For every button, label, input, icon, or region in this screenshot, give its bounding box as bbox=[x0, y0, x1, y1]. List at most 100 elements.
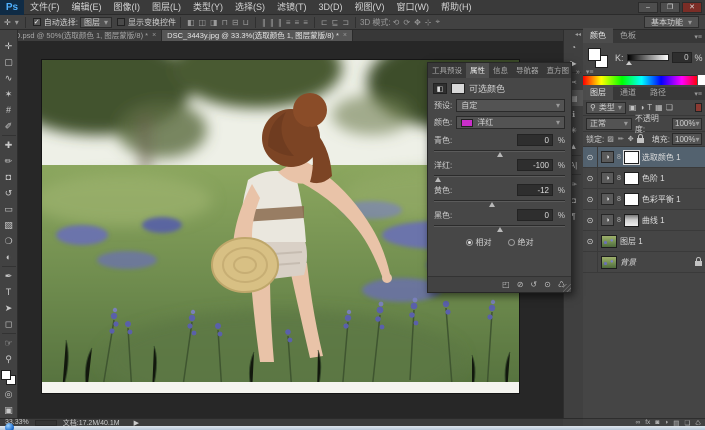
adjustment-layer-icon[interactable]: ◑ bbox=[601, 172, 614, 184]
tab-properties[interactable]: 属性 bbox=[466, 63, 489, 78]
arrange-icon-3[interactable]: ⊐ bbox=[340, 18, 351, 27]
menu-help[interactable]: 帮助(H) bbox=[435, 0, 478, 15]
distribute-right-icon[interactable]: ≡ bbox=[301, 18, 310, 27]
visibility-eye-icon[interactable]: ⊙ bbox=[583, 168, 598, 189]
panel-resize-grip[interactable] bbox=[563, 284, 571, 292]
layer-thumbnail[interactable] bbox=[601, 256, 617, 269]
move-tool[interactable]: ✛ bbox=[0, 38, 18, 54]
layer-thumbnail[interactable] bbox=[601, 235, 617, 248]
auto-select-checkbox[interactable]: ✓ bbox=[33, 18, 41, 26]
k-slider-thumb[interactable] bbox=[626, 61, 632, 65]
filter-type-layers-icon[interactable]: T bbox=[647, 103, 652, 112]
eraser-tool[interactable]: ▭ bbox=[0, 201, 18, 217]
tool-preset-caret-icon[interactable]: ▾ bbox=[13, 18, 21, 27]
layer-name[interactable]: 图层 1 bbox=[620, 236, 643, 247]
hand-tool[interactable]: ☞ bbox=[0, 335, 18, 351]
tab-channels[interactable]: 通道 bbox=[613, 85, 643, 100]
menu-filter[interactable]: 滤镜(T) bbox=[271, 0, 313, 15]
arrange-icon-2[interactable]: ⊑ bbox=[330, 18, 341, 27]
distribute-top-icon[interactable]: ∥ bbox=[260, 18, 268, 27]
layer-name[interactable]: 曲线 1 bbox=[642, 215, 665, 226]
new-adjustment-layer-icon[interactable]: ◑ bbox=[664, 419, 668, 426]
mask-badge-icon[interactable] bbox=[451, 83, 465, 94]
k-value-field[interactable]: 0 bbox=[672, 52, 692, 63]
yellow-slider-thumb[interactable] bbox=[489, 202, 495, 207]
screen-mode-button[interactable]: ▣ bbox=[0, 402, 18, 418]
dodge-tool[interactable]: ◐ bbox=[0, 249, 18, 265]
layer-row-layer1[interactable]: ⊙ 图层 1 bbox=[583, 231, 705, 252]
panel-menu-icon[interactable]: ▾≡ bbox=[691, 31, 705, 43]
adjustment-layer-icon[interactable]: ◑ bbox=[601, 214, 614, 226]
brush-tool[interactable]: ✏ bbox=[0, 153, 18, 169]
menu-view[interactable]: 视图(V) bbox=[349, 0, 391, 15]
filter-adjustment-layers-icon[interactable]: ◑ bbox=[639, 103, 644, 112]
preset-dropdown[interactable]: 自定 ▾ bbox=[456, 99, 565, 112]
layer-name[interactable]: 色彩平衡 1 bbox=[642, 194, 681, 205]
minimize-button[interactable]: – bbox=[638, 2, 658, 13]
3d-scale-icon[interactable]: ⌖ bbox=[433, 17, 442, 27]
foreground-color-swatch[interactable] bbox=[1, 370, 11, 380]
history-panel-icon[interactable]: ◔ bbox=[564, 39, 584, 55]
white-swatch[interactable] bbox=[697, 75, 705, 85]
distribute-vcenter-icon[interactable]: ∥ bbox=[268, 18, 276, 27]
path-select-tool[interactable]: ➤ bbox=[0, 300, 18, 316]
align-hcenter-icon[interactable]: ◫ bbox=[197, 18, 209, 27]
healing-brush-tool[interactable]: ✚ bbox=[0, 137, 18, 153]
lock-transparency-icon[interactable]: ▨ bbox=[606, 135, 615, 143]
align-vcenter-icon[interactable]: ⊟ bbox=[230, 18, 241, 27]
marquee-tool[interactable]: ▢ bbox=[0, 54, 18, 70]
distribute-hcenter-icon[interactable]: ≡ bbox=[293, 18, 302, 27]
menu-type[interactable]: 类型(Y) bbox=[187, 0, 229, 15]
absolute-radio[interactable]: 绝对 bbox=[508, 237, 534, 248]
visibility-eye-icon[interactable]: ⊙ bbox=[583, 189, 598, 210]
tab-swatches[interactable]: 色板 bbox=[613, 28, 643, 43]
tab-info[interactable]: 信息 bbox=[489, 63, 512, 78]
tab-tool-presets[interactable]: 工具预设 bbox=[428, 63, 466, 78]
visibility-eye-icon[interactable]: ⊙ bbox=[583, 231, 598, 252]
yellow-slider[interactable] bbox=[434, 197, 565, 206]
opacity-field[interactable]: 100% ▾ bbox=[672, 118, 702, 130]
layer-mask-thumbnail[interactable] bbox=[624, 193, 639, 206]
layer-name[interactable]: 背景 bbox=[620, 257, 636, 268]
align-left-icon[interactable]: ◧ bbox=[185, 18, 197, 27]
layer-mask-thumbnail[interactable] bbox=[624, 214, 639, 227]
distribute-left-icon[interactable]: ≡ bbox=[284, 18, 293, 27]
3d-slide-icon[interactable]: ⊹ bbox=[423, 18, 434, 27]
close-button[interactable]: ✕ bbox=[682, 2, 702, 13]
color-spectrum-ramp[interactable] bbox=[583, 75, 705, 85]
blur-tool[interactable]: ❍ bbox=[0, 233, 18, 249]
black-slider[interactable] bbox=[434, 222, 565, 231]
filter-type-dropdown[interactable]: ⚲ 类型 ▾ bbox=[586, 102, 626, 114]
tab-layers[interactable]: 图层 bbox=[583, 85, 613, 100]
layer-row-levels[interactable]: ⊙ ◑ 8 色阶 1 bbox=[583, 168, 705, 189]
cyan-value-field[interactable]: 0 bbox=[517, 134, 553, 146]
eyedropper-tool[interactable]: ✐ bbox=[0, 118, 18, 134]
visibility-eye-icon[interactable]: ⊙ bbox=[544, 280, 551, 289]
layer-row-curves[interactable]: ⊙ ◑ 8 曲线 1 bbox=[583, 210, 705, 231]
history-brush-tool[interactable]: ↺ bbox=[0, 185, 18, 201]
menu-3d[interactable]: 3D(D) bbox=[313, 0, 349, 15]
layer-row-background[interactable]: 背景 bbox=[583, 252, 705, 273]
adjustment-layer-icon[interactable]: ◑ bbox=[601, 193, 614, 205]
lock-pixels-icon[interactable]: ✏ bbox=[617, 135, 625, 143]
type-tool[interactable]: T bbox=[0, 284, 18, 300]
close-icon[interactable]: × bbox=[152, 32, 156, 39]
menu-layer[interactable]: 图层(L) bbox=[146, 0, 187, 15]
layer-row-color-balance[interactable]: ⊙ ◑ 8 色彩平衡 1 bbox=[583, 189, 705, 210]
k-slider[interactable] bbox=[627, 54, 669, 61]
tab-color[interactable]: 颜色 bbox=[583, 28, 613, 43]
shape-tool[interactable]: ◻ bbox=[0, 316, 18, 332]
fill-field[interactable]: 100% ▾ bbox=[672, 133, 702, 145]
distribute-bottom-icon[interactable]: ∥ bbox=[276, 18, 284, 27]
panel-menu-icon[interactable]: ▾≡ bbox=[583, 66, 597, 78]
crop-tool[interactable]: # bbox=[0, 102, 18, 118]
menu-edit[interactable]: 编辑(E) bbox=[66, 0, 108, 15]
lock-all-icon[interactable] bbox=[637, 138, 644, 143]
foreground-background-swatches[interactable] bbox=[1, 370, 17, 386]
align-top-icon[interactable]: ⊓ bbox=[220, 18, 230, 27]
close-icon[interactable]: × bbox=[343, 32, 347, 39]
3d-drag-icon[interactable]: ✥ bbox=[412, 18, 423, 27]
menu-image[interactable]: 图像(I) bbox=[108, 0, 147, 15]
menu-window[interactable]: 窗口(W) bbox=[391, 0, 436, 15]
magenta-slider-thumb[interactable] bbox=[435, 177, 441, 182]
